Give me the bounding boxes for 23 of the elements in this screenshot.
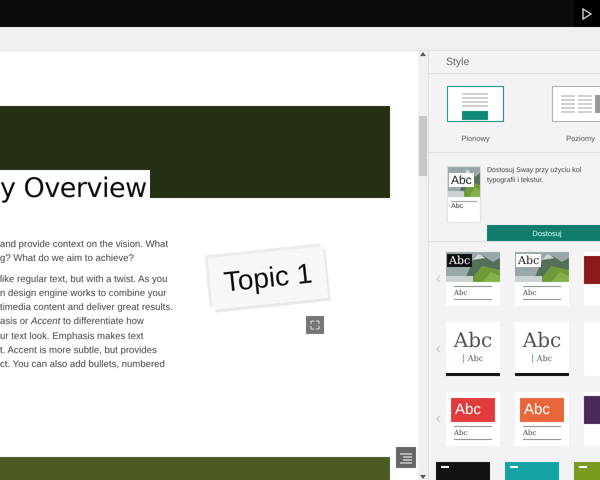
theme-card[interactable]: [584, 392, 600, 446]
body-paragraph: like regular text, but with a twist. As you n design engine works to combine your timedia content and deliver great results. asis or Accent to differentiate how ur text look. Emphasis makes text t. Accent is more subtle, but provides ct. You can also add bullets, numbered: [0, 272, 174, 372]
theme-card[interactable]: Abc Abc: [446, 322, 500, 376]
topic-card[interactable]: Topic 1: [208, 246, 328, 310]
scroll-down-icon[interactable]: [420, 475, 426, 480]
panel-title: Style: [429, 51, 600, 74]
theme-title: Abc: [516, 254, 542, 267]
theme-title: Abc: [520, 398, 564, 422]
play-button[interactable]: [574, 0, 600, 27]
scrollbar-thumb[interactable]: [419, 116, 427, 176]
theme-card[interactable]: [584, 252, 600, 306]
theme-title: Abc: [447, 254, 472, 267]
theme-subtitle: Abc: [468, 354, 484, 363]
body-paragraph: and provide context on the vision. What g? What do we aim to achieve?: [0, 238, 169, 266]
theme-subtitle: Abc: [536, 354, 552, 363]
theme-title: Abc: [522, 328, 562, 352]
play-icon: [582, 8, 592, 20]
list-icon: [399, 452, 413, 464]
theme-title: Abc: [449, 173, 474, 187]
navigation-button[interactable]: [396, 447, 416, 468]
theme-card[interactable]: Abc Abc: [515, 322, 569, 376]
theme-title: Abc: [452, 328, 494, 352]
theme-title: Abc: [451, 398, 495, 422]
